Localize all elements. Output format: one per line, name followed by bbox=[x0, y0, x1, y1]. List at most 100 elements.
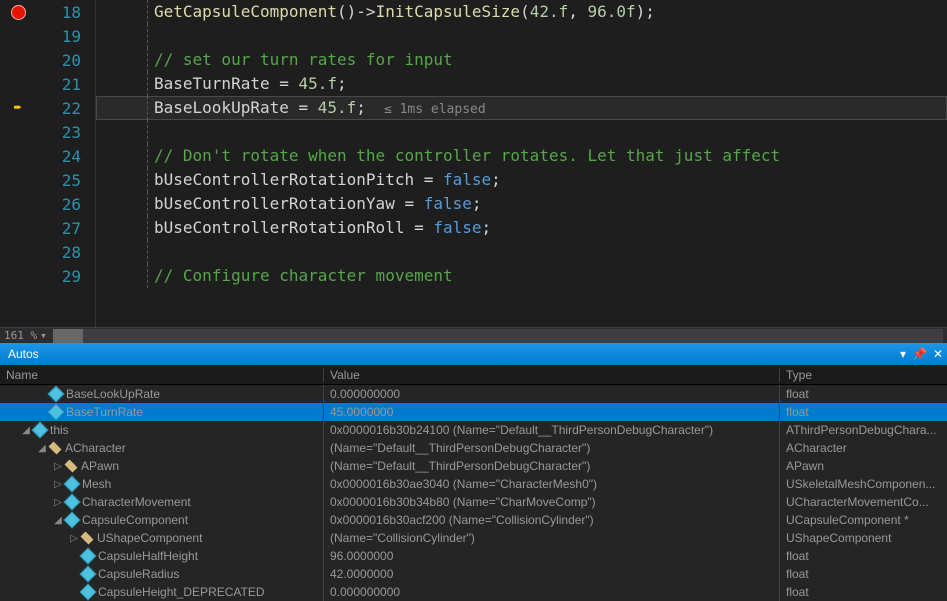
code-editor[interactable]: ➨ 181920212223242526272829 GetCapsuleCom… bbox=[0, 0, 947, 327]
tree-toggle-icon[interactable]: ▷ bbox=[68, 533, 80, 544]
variable-value[interactable]: (Name="CollisionCylinder") bbox=[324, 529, 780, 547]
variable-value[interactable]: 0x0000016b30acf200 (Name="CollisionCylin… bbox=[324, 511, 780, 529]
variable-type: UCharacterMovementCo... bbox=[780, 493, 947, 511]
variable-type: float bbox=[780, 583, 947, 601]
variable-row[interactable]: ◢ ACharacter (Name="Default__ThirdPersonDe… bbox=[0, 439, 947, 457]
variable-value[interactable]: (Name="Default__ThirdPersonDebugCharacte… bbox=[324, 457, 780, 475]
variable-type: AThirdPersonDebugChara... bbox=[780, 421, 947, 439]
variable-value[interactable]: 0x0000016b30b24100 (Name="Default__Third… bbox=[324, 421, 780, 439]
scrollbar-thumb[interactable] bbox=[53, 329, 83, 343]
variable-value[interactable]: (Name="Default__ThirdPersonDebugCharacte… bbox=[324, 439, 780, 457]
variable-type: UCapsuleComponent * bbox=[780, 511, 947, 529]
field-icon bbox=[64, 494, 81, 511]
class-icon bbox=[50, 443, 61, 454]
line-number: 21 bbox=[36, 72, 95, 96]
variable-name: BaseLookUpRate bbox=[66, 387, 160, 401]
column-header-name[interactable]: Name bbox=[0, 368, 324, 382]
line-number: 25 bbox=[36, 168, 95, 192]
code-line[interactable]: // Don't rotate when the controller rota… bbox=[96, 144, 947, 168]
variable-name: CapsuleHalfHeight bbox=[98, 549, 198, 563]
variable-type: APawn bbox=[780, 457, 947, 475]
variable-name: CapsuleRadius bbox=[98, 567, 179, 581]
variable-row[interactable]: CapsuleHalfHeight96.0000000float bbox=[0, 547, 947, 565]
column-header-value[interactable]: Value bbox=[324, 368, 780, 382]
field-icon bbox=[80, 548, 97, 565]
close-icon[interactable]: ✕ bbox=[933, 347, 943, 361]
variable-name: UShapeComponent bbox=[97, 531, 202, 545]
tree-toggle-icon[interactable]: ▷ bbox=[52, 461, 64, 472]
code-line[interactable] bbox=[96, 240, 947, 264]
zoom-level[interactable]: 161 % bbox=[4, 329, 37, 342]
code-area[interactable]: GetCapsuleComponent()->InitCapsuleSize(4… bbox=[96, 0, 947, 327]
variable-value[interactable]: 0.000000000 bbox=[324, 385, 780, 403]
window-position-icon[interactable]: ▾ bbox=[900, 347, 906, 361]
variable-type: float bbox=[780, 385, 947, 403]
tree-toggle-icon[interactable]: ▷ bbox=[52, 497, 64, 508]
tree-toggle-icon[interactable]: ▷ bbox=[52, 479, 64, 490]
autos-header-row[interactable]: Name Value Type bbox=[0, 365, 947, 385]
variable-value[interactable]: 42.0000000 bbox=[324, 565, 780, 583]
column-header-type[interactable]: Type bbox=[780, 368, 947, 382]
variable-value[interactable]: 0x0000016b30ae3040 (Name="CharacterMesh0… bbox=[324, 475, 780, 493]
horizontal-scrollbar[interactable] bbox=[53, 329, 943, 343]
variable-name: BaseTurnRate bbox=[66, 405, 143, 419]
variable-row[interactable]: ◢this0x0000016b30b24100 (Name="Default__… bbox=[0, 421, 947, 439]
line-number: 29 bbox=[36, 264, 95, 288]
field-icon bbox=[48, 404, 65, 421]
code-line[interactable] bbox=[96, 120, 947, 144]
variable-row[interactable]: ▷ APawn(Name="Default__ThirdPersonDebugCh… bbox=[0, 457, 947, 475]
autos-panel-title: Autos bbox=[8, 347, 39, 361]
variable-value[interactable]: 0.000000000 bbox=[324, 583, 780, 601]
code-line[interactable]: // Configure character movement bbox=[96, 264, 947, 288]
code-line[interactable]: // set our turn rates for input bbox=[96, 48, 947, 72]
field-icon bbox=[80, 566, 97, 583]
breakpoint-icon[interactable] bbox=[11, 5, 26, 20]
code-line[interactable]: BaseLookUpRate = 45.f;≤ 1ms elapsed bbox=[96, 96, 947, 120]
field-icon bbox=[64, 476, 81, 493]
variable-value[interactable]: 45.0000000 bbox=[324, 403, 780, 421]
line-number: 27 bbox=[36, 216, 95, 240]
perf-tip[interactable]: ≤ 1ms elapsed bbox=[384, 102, 486, 117]
variable-row[interactable]: CapsuleRadius 42.0000000float bbox=[0, 565, 947, 583]
variable-row[interactable]: ◢ CapsuleComponent 0x0000016b30acf200 (Nam… bbox=[0, 511, 947, 529]
variable-value[interactable]: 96.0000000 bbox=[324, 547, 780, 565]
variable-row[interactable]: BaseTurnRate 45.0000000float bbox=[0, 403, 947, 421]
code-line[interactable]: bUseControllerRotationPitch = false; bbox=[96, 168, 947, 192]
line-number: 26 bbox=[36, 192, 95, 216]
field-icon bbox=[48, 386, 65, 403]
variable-name: CapsuleComponent bbox=[82, 513, 188, 527]
tree-toggle-icon[interactable]: ◢ bbox=[20, 425, 32, 436]
code-line[interactable]: bUseControllerRotationRoll = false; bbox=[96, 216, 947, 240]
line-number: 22 bbox=[36, 96, 95, 120]
line-number: 28 bbox=[36, 240, 95, 264]
editor-status-bar: 161 % ▾ bbox=[0, 327, 947, 343]
class-icon bbox=[66, 461, 77, 472]
zoom-dropdown-icon[interactable]: ▾ bbox=[40, 329, 47, 342]
field-icon bbox=[64, 512, 81, 529]
code-line[interactable] bbox=[96, 24, 947, 48]
code-line[interactable]: GetCapsuleComponent()->InitCapsuleSize(4… bbox=[96, 0, 947, 24]
variable-type: float bbox=[780, 403, 947, 421]
variable-name: ACharacter bbox=[65, 441, 126, 455]
pin-icon[interactable]: 📌 bbox=[912, 347, 927, 361]
autos-panel-body[interactable]: Name Value Type BaseLookUpRate 0.00000000… bbox=[0, 365, 947, 601]
gutter-margin[interactable]: ➨ bbox=[0, 0, 36, 327]
variable-row[interactable]: ▷CharacterMovement0x0000016b30b34b80 (Na… bbox=[0, 493, 947, 511]
variable-row[interactable]: ▷UShapeComponent(Name="CollisionCylinder… bbox=[0, 529, 947, 547]
tree-toggle-icon[interactable]: ◢ bbox=[52, 515, 64, 526]
line-numbers: 181920212223242526272829 bbox=[36, 0, 96, 327]
code-line[interactable]: bUseControllerRotationYaw = false; bbox=[96, 192, 947, 216]
variable-type: USkeletalMeshComponen... bbox=[780, 475, 947, 493]
variable-name: Mesh bbox=[82, 477, 111, 491]
variable-type: float bbox=[780, 565, 947, 583]
autos-panel-header[interactable]: Autos ▾ 📌 ✕ bbox=[0, 343, 947, 365]
variable-type: UShapeComponent bbox=[780, 529, 947, 547]
variable-value[interactable]: 0x0000016b30b34b80 (Name="CharMoveComp") bbox=[324, 493, 780, 511]
code-line[interactable]: BaseTurnRate = 45.f; bbox=[96, 72, 947, 96]
line-number: 20 bbox=[36, 48, 95, 72]
field-icon bbox=[80, 584, 97, 601]
variable-row[interactable]: BaseLookUpRate 0.000000000float bbox=[0, 385, 947, 403]
tree-toggle-icon[interactable]: ◢ bbox=[36, 443, 48, 454]
variable-row[interactable]: ▷ Mesh 0x0000016b30ae3040 (Name="Character… bbox=[0, 475, 947, 493]
variable-row[interactable]: CapsuleHeight_DEPRECATED0.000000000float bbox=[0, 583, 947, 601]
